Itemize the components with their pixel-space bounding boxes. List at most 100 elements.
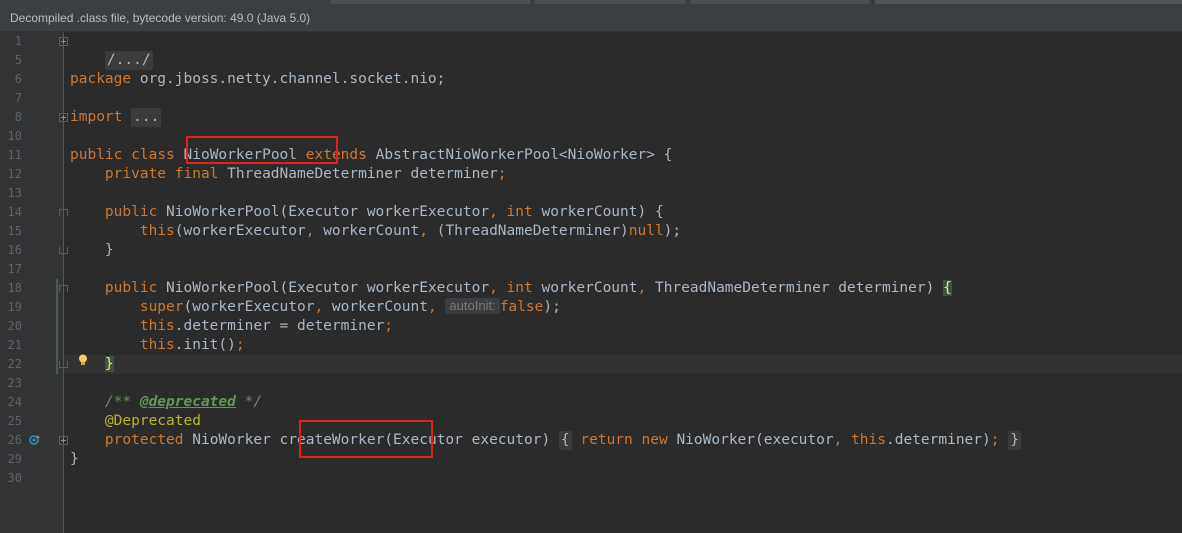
javadoc-tag: @deprecated [139,394,236,410]
keyword-int: int [506,280,533,296]
line-number[interactable]: 26 [0,431,22,450]
superclass[interactable]: AbstractNioWorkerPool<NioWorker> { [376,147,673,163]
param: workerCount) { [541,204,664,220]
matched-brace-open: { [943,280,952,296]
line-number[interactable]: 22 [0,355,22,374]
line-number[interactable]: 21 [0,336,22,355]
banner-text: Decompiled .class file, bytecode version… [10,11,311,25]
line-number[interactable]: 24 [0,393,22,412]
line-number[interactable]: 15 [0,222,22,241]
arg: (workerExecutor [183,299,315,315]
comma: , [833,432,843,448]
keyword-this: this [139,223,175,239]
line-number[interactable]: 1 [0,32,22,51]
line-number[interactable]: 23 [0,374,22,393]
semicolon: ; [497,166,507,182]
constructor-call: NioWorker(executor [676,432,834,448]
code-line-22: } [70,355,114,374]
javadoc-open: /** [104,394,140,410]
highlight-box-method-name [299,420,433,458]
code-line-26: protected NioWorker createWorker(Executo… [70,431,1021,450]
line-number[interactable]: 14 [0,203,22,222]
line-number[interactable]: 20 [0,317,22,336]
comma: , [314,299,324,315]
field-declaration: ThreadNameDeterminer determiner [227,166,498,182]
package-name: org.jboss.netty.channel.socket.nio; [139,71,446,87]
line-number[interactable]: 29 [0,450,22,469]
fold-end-icon[interactable] [59,247,68,254]
keyword-null: null [628,223,664,239]
folded-imports[interactable]: ... [131,108,162,127]
keyword-public: public [70,147,123,163]
constructor-signature[interactable]: NioWorkerPool(Executor workerExecutor [166,204,489,220]
code-line-14: public NioWorkerPool(Executor workerExec… [70,203,664,222]
expand-fold-icon[interactable] [59,37,68,46]
fold-end-icon[interactable] [59,361,68,368]
line-number[interactable]: 25 [0,412,22,431]
line-number[interactable]: 19 [0,298,22,317]
method-call: .init() [174,337,236,353]
comma: , [419,223,428,239]
folded-brace-close[interactable]: } [1008,431,1021,450]
arg: workerCount [331,299,428,315]
expand-fold-icon[interactable] [59,436,68,445]
code-line-11: public class NioWorkerPool extends Abstr… [70,146,672,165]
line-number[interactable]: 5 [0,51,22,70]
closing-brace: } [104,242,114,258]
parameter-name-hint: autoInit: [445,298,500,314]
code-line-16: } [70,241,114,260]
collapse-fold-icon[interactable] [59,285,68,292]
expand-fold-icon[interactable] [59,113,68,122]
keyword-public: public [104,280,158,296]
line-number[interactable]: 17 [0,260,22,279]
semicolon: ; [384,318,394,334]
javadoc-close: */ [235,394,263,410]
line-number[interactable]: 13 [0,184,22,203]
arg: (workerExecutor [174,223,306,239]
line-number[interactable]: 12 [0,165,22,184]
code-line-19: super(workerExecutor, workerCount, autoI… [70,298,561,317]
cast: (ThreadNameDeterminer) [436,223,629,239]
arg: workerCount [323,223,420,239]
folded-brace-open[interactable]: { [558,431,572,450]
code-line-20: this.determiner = determiner; [70,317,393,336]
code-line-29: } [70,450,79,469]
lightbulb-icon[interactable] [78,354,88,366]
comma: , [305,223,315,239]
keyword-new: new [641,432,668,448]
keyword-package: package [70,71,132,87]
param: workerCount [541,280,638,296]
folded-header-comment[interactable]: /.../ [104,51,153,70]
return-type[interactable]: NioWorker [192,432,271,448]
code-line-21: this.init(); [70,336,245,355]
code-line-12: private final ThreadNameDeterminer deter… [70,165,507,184]
keyword-this: this [139,318,175,334]
assignment: .determiner = determiner [174,318,385,334]
decompiled-banner: Decompiled .class file, bytecode version… [0,4,1182,32]
comma: , [637,280,647,296]
line-number[interactable]: 7 [0,89,22,108]
line-number[interactable]: 18 [0,279,22,298]
semicolon: ; [235,337,245,353]
keyword-final: final [174,166,219,182]
change-marker[interactable] [56,279,58,374]
constructor-signature[interactable]: NioWorkerPool(Executor workerExecutor [166,280,489,296]
code-line-25: @Deprecated [70,412,201,431]
comma: , [427,299,437,315]
line-number[interactable]: 16 [0,241,22,260]
line-number[interactable]: 8 [0,108,22,127]
line-number[interactable]: 30 [0,469,22,488]
collapse-fold-icon[interactable] [59,209,68,216]
keyword-false: false [499,299,544,315]
line-number[interactable]: 11 [0,146,22,165]
keyword-this: this [851,432,886,448]
code-line-6: package org.jboss.netty.channel.socket.n… [70,70,445,89]
code-line-8: import ... [70,108,162,127]
override-method-icon[interactable] [29,434,41,446]
call-end: ); [663,223,682,239]
line-number[interactable]: 10 [0,127,22,146]
caret-line-highlight [64,355,1182,374]
keyword-super: super [139,299,184,315]
line-number[interactable]: 6 [0,70,22,89]
gutter-separator [63,32,64,533]
